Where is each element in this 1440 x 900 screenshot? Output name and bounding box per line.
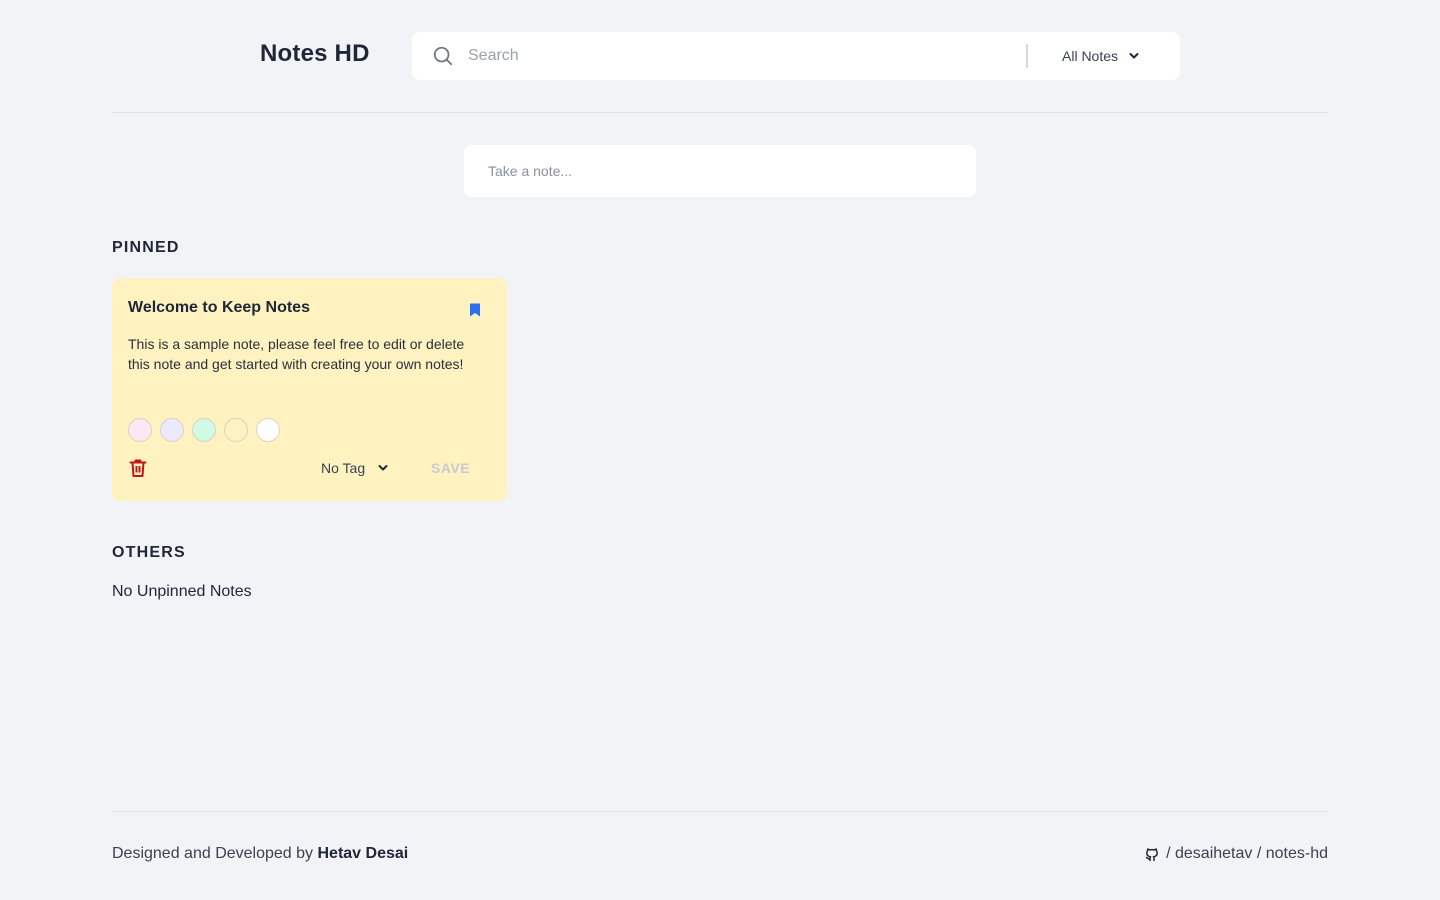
credit-prefix: Designed and Developed by — [112, 845, 314, 862]
note-body[interactable]: This is a sample note, please feel free … — [128, 334, 488, 374]
note-card[interactable]: Welcome to Keep Notes This is a sample n… — [112, 278, 507, 501]
chevron-down-icon — [1129, 53, 1139, 59]
note-composer[interactable] — [464, 145, 976, 197]
swatch-green[interactable] — [192, 418, 216, 442]
note-title[interactable]: Welcome to Keep Notes — [128, 299, 310, 317]
swatch-white[interactable] — [256, 418, 280, 442]
repo-path: / desaihetav / notes-hd — [1166, 845, 1328, 862]
take-note-input[interactable] — [488, 159, 948, 183]
swatch-purple[interactable] — [160, 418, 184, 442]
bookmark-icon[interactable] — [468, 302, 482, 318]
swatch-pink[interactable] — [128, 418, 152, 442]
pinned-heading: PINNED — [112, 239, 180, 256]
swatch-yellow[interactable] — [224, 418, 248, 442]
save-button[interactable]: SAVE — [431, 458, 470, 478]
tag-dropdown[interactable]: No Tag — [321, 458, 389, 478]
empty-state-text: No Unpinned Notes — [112, 583, 252, 600]
search-bar: All Notes — [412, 32, 1180, 80]
header-divider — [112, 112, 1328, 113]
github-icon — [1145, 848, 1159, 862]
trash-icon[interactable] — [128, 458, 148, 478]
search-input[interactable] — [468, 40, 1008, 72]
footer-divider — [112, 811, 1328, 812]
notes-filter-label: All Notes — [1062, 48, 1119, 64]
author-name: Hetav Desai — [317, 845, 409, 862]
notes-filter-dropdown[interactable]: All Notes — [1062, 46, 1140, 66]
search-icon — [433, 46, 453, 66]
color-swatches — [128, 418, 280, 442]
chevron-down-icon — [378, 465, 388, 471]
others-heading: OTHERS — [112, 544, 186, 561]
app-title: Notes HD — [260, 40, 370, 67]
search-divider — [1026, 44, 1028, 68]
repo-link[interactable]: / desaihetav / notes-hd — [1144, 845, 1328, 863]
tag-label: No Tag — [321, 460, 366, 476]
header: Notes HD All Notes — [0, 0, 1440, 113]
footer-credit: Designed and Developed by Hetav Desai — [112, 845, 408, 863]
